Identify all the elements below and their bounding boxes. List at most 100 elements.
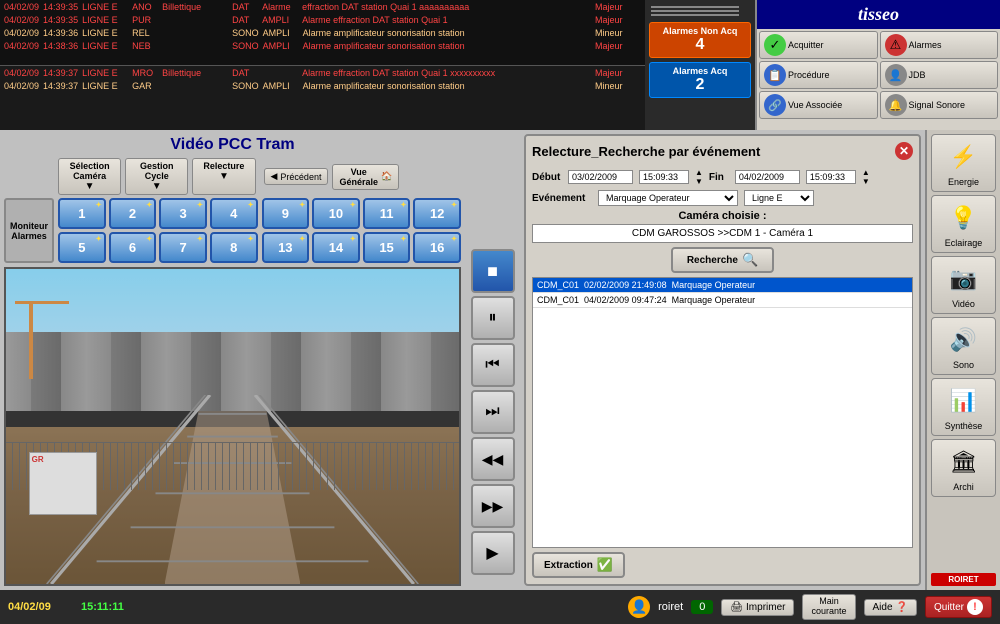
vue-associee-button[interactable]: 🔗 Vue Associée	[759, 91, 878, 119]
recherche-button[interactable]: Recherche 🔍	[671, 247, 774, 273]
camera-6-button[interactable]: 6	[109, 232, 157, 263]
result-row-2[interactable]: CDM_C01 04/02/2009 09:47:24 Marquage Ope…	[533, 293, 912, 308]
synthese-icon: 📊	[944, 383, 984, 419]
camera-16-button[interactable]: 16	[413, 232, 461, 263]
camera-13-button[interactable]: 13	[262, 232, 310, 263]
relecture-button[interactable]: Relecture ▼	[192, 158, 255, 195]
bottom-user: roiret	[658, 601, 683, 613]
pause-button[interactable]: ⏸	[471, 296, 515, 340]
acquitter-label: Acquitter	[788, 40, 824, 50]
relecture-title: Relecture_Recherche par événement	[532, 144, 760, 159]
camera-3-button[interactable]: 3	[159, 198, 207, 229]
top-right-panel: tisseo ✓ Acquitter ⚠ Alarmes 📋 Procédure…	[755, 0, 1000, 130]
camera-15-button[interactable]: 15	[363, 232, 411, 263]
camera-7-button[interactable]: 7	[159, 232, 207, 263]
fin-time-input[interactable]	[806, 170, 856, 184]
alarm-acq-badge[interactable]: Alarmes Acq 2	[649, 62, 751, 98]
video-button[interactable]: 📷 Vidéo	[931, 256, 996, 314]
chevron-down-icon2: ▼	[152, 181, 162, 192]
procedure-label: Procédure	[788, 70, 830, 80]
rewind-button[interactable]: ◀◀	[471, 437, 515, 481]
signal-sonore-label: Signal Sonore	[909, 100, 966, 110]
main-courante-label: Maincourante	[811, 597, 846, 617]
chevron-down-icon3: ▼	[219, 171, 229, 182]
bottom-bar: 04/02/09 15:11:11 👤 roiret 0 🖨 Imprimer …	[0, 590, 1000, 624]
results-list: CDM_C01 02/02/2009 21:49:08 Marquage Ope…	[532, 277, 913, 548]
alarm-row: 04/02/0914:39:37LIGNE EGARSONOAMPLIAlarm…	[2, 80, 643, 93]
imprimer-button[interactable]: 🖨 Imprimer	[721, 599, 794, 616]
spinner-up-icon[interactable]: ▲▼	[695, 168, 703, 186]
evenement-select[interactable]: Marquage Operateur	[598, 190, 738, 206]
synthese-button[interactable]: 📊 Synthèse	[931, 378, 996, 436]
camera-14-button[interactable]: 14	[312, 232, 360, 263]
jdb-button[interactable]: 👤 JDB	[880, 61, 999, 89]
camera-10-button[interactable]: 10	[312, 198, 360, 229]
energie-button[interactable]: ⚡ Energie	[931, 134, 996, 192]
debut-date-input[interactable]	[568, 170, 633, 184]
main-courante-button[interactable]: Maincourante	[802, 594, 855, 620]
alarmes-label: Alarmes	[909, 40, 942, 50]
archi-label: Archi	[953, 482, 974, 492]
sono-icon: 🔊	[944, 322, 984, 358]
camera-2-button[interactable]: 2	[109, 198, 157, 229]
vue-associee-label: Vue Associée	[788, 100, 842, 110]
sono-label: Sono	[953, 360, 974, 370]
video-icon: 📷	[944, 261, 984, 297]
vue-generale-button[interactable]: VueGénérale 🏠	[332, 164, 399, 190]
ligne-select[interactable]: Ligne E	[744, 190, 814, 206]
extraction-button[interactable]: Extraction ✅	[532, 552, 625, 578]
camera-1-button[interactable]: 1	[58, 198, 106, 229]
fin-date-input[interactable]	[735, 170, 800, 184]
alarm-scroll	[649, 4, 751, 18]
vue-associee-icon: 🔗	[764, 94, 786, 116]
next-button[interactable]: ⏭	[471, 390, 515, 434]
gestion-cycle-button[interactable]: GestionCycle ▼	[125, 158, 188, 195]
playback-controls: ■ ⏸ ⏮ ⏭ ◀◀ ▶▶ ▶	[465, 245, 520, 590]
stop-button[interactable]: ■	[471, 249, 515, 293]
relecture-label: Relecture	[203, 161, 244, 171]
debut-time-input[interactable]	[639, 170, 689, 184]
procedure-button[interactable]: 📋 Procédure	[759, 61, 878, 89]
eclairage-icon: 💡	[944, 200, 984, 236]
alarm-non-acq-badge[interactable]: Alarmes Non Acq 4	[649, 22, 751, 58]
aide-button[interactable]: Aide ❓	[864, 599, 917, 616]
jdb-label: JDB	[909, 70, 926, 80]
camera-11-button[interactable]: 11	[363, 198, 411, 229]
alarmes-button[interactable]: ⚠ Alarmes	[880, 31, 999, 59]
acquitter-button[interactable]: ✓ Acquitter	[759, 31, 878, 59]
play-icon: ▶	[486, 543, 498, 563]
stop-icon: ■	[487, 261, 498, 282]
synthese-label: Synthèse	[945, 421, 983, 431]
camera-4-button[interactable]: 4	[210, 198, 258, 229]
camera-12-button[interactable]: 12	[413, 198, 461, 229]
close-relecture-button[interactable]: ✕	[895, 142, 913, 160]
play-button[interactable]: ▶	[471, 531, 515, 575]
camera-9-button[interactable]: 9	[262, 198, 310, 229]
archi-button[interactable]: 🏛 Archi	[931, 439, 996, 497]
result-row-1[interactable]: CDM_C01 02/02/2009 21:49:08 Marquage Ope…	[533, 278, 912, 293]
camera-5-button[interactable]: 5	[58, 232, 106, 263]
tisseo-logo: tisseo	[757, 0, 1000, 29]
precedent-label: Précédent	[280, 172, 321, 182]
camera-8-button[interactable]: 8	[210, 232, 258, 263]
spinner-up-icon2[interactable]: ▲▼	[862, 168, 870, 186]
help-icon: ❓	[896, 602, 908, 613]
debut-label: Début	[532, 172, 562, 183]
pause-icon: ⏸	[488, 309, 496, 327]
signal-sonore-icon: 🔔	[885, 94, 907, 116]
sono-button[interactable]: 🔊 Sono	[931, 317, 996, 375]
alarm-row: 04/02/0914:39:35LIGNE EANOBillettiqueDAT…	[2, 1, 643, 14]
selection-camera-button[interactable]: SélectionCaméra ▼	[58, 158, 121, 195]
energie-label: Energie	[948, 177, 979, 187]
prev-button[interactable]: ⏮	[471, 343, 515, 387]
signal-sonore-button[interactable]: 🔔 Signal Sonore	[880, 91, 999, 119]
alarm-icon: ⚠	[885, 34, 907, 56]
alarm-table: 04/02/0914:39:35LIGNE EANOBillettiqueDAT…	[0, 0, 645, 130]
alarm-row: 04/02/0914:39:37LIGNE EMROBillettiqueDAT…	[2, 67, 643, 80]
quitter-button[interactable]: Quitter !	[925, 596, 992, 618]
eclairage-button[interactable]: 💡 Eclairage	[931, 195, 996, 253]
forward-button[interactable]: ▶▶	[471, 484, 515, 528]
jdb-icon: 👤	[885, 64, 907, 86]
precedent-button[interactable]: ◀ Précédent	[264, 168, 329, 185]
video-preview: GR	[4, 267, 461, 586]
